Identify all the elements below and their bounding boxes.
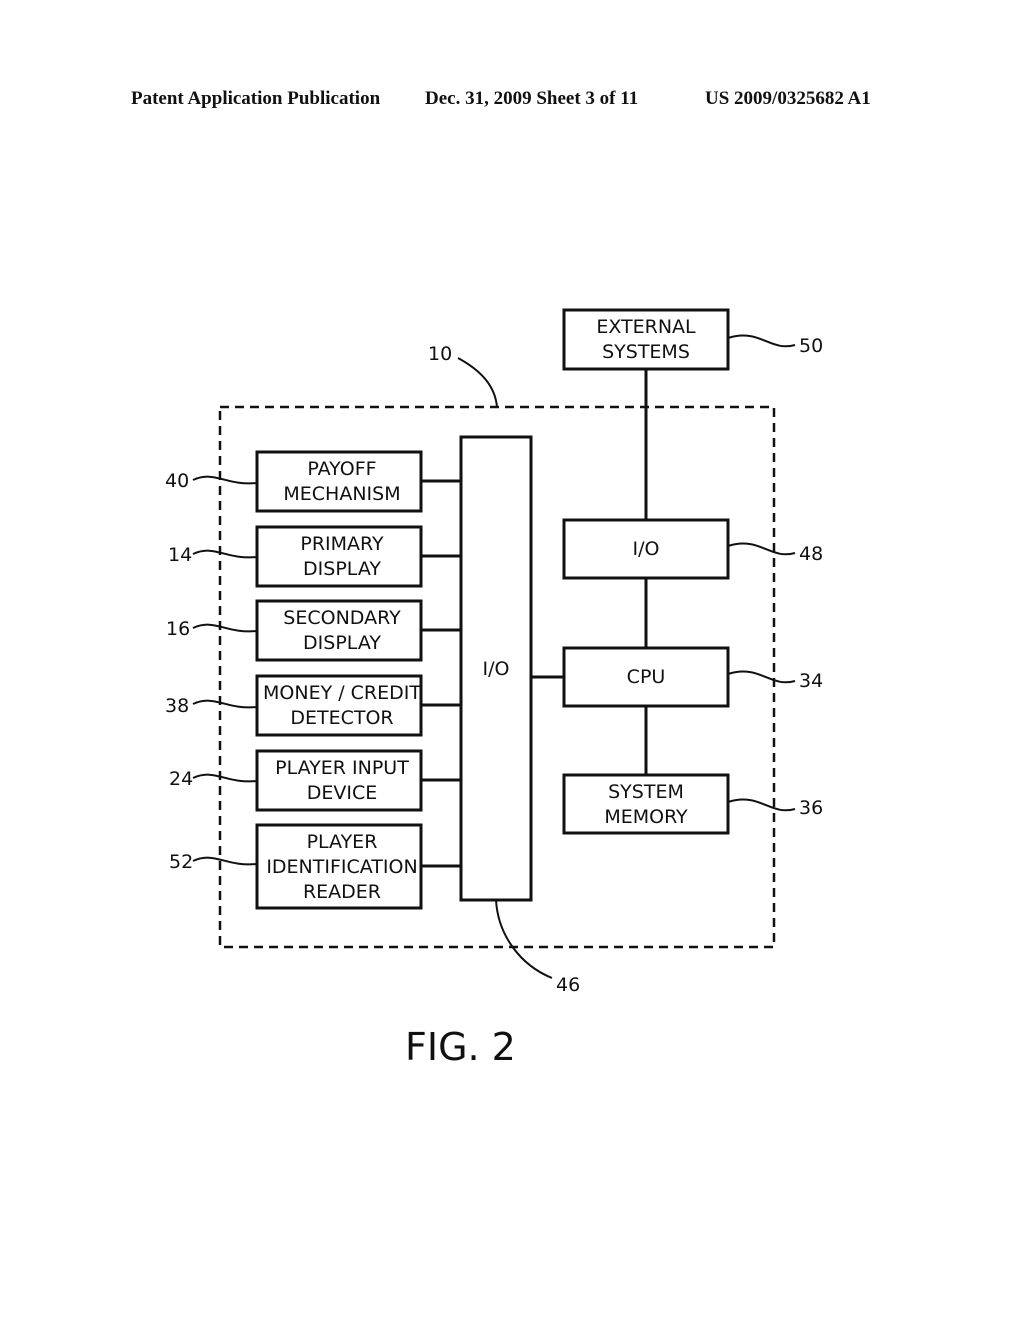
block-money-credit-detector: MONEY / CREDIT DETECTOR 38 (165, 674, 461, 737)
svg-text:EXTERNAL: EXTERNAL (596, 316, 696, 338)
svg-text:DISPLAY: DISPLAY (303, 558, 381, 580)
block-secondary-display: SECONDARY DISPLAY 16 (166, 599, 461, 662)
svg-text:52: 52 (169, 851, 193, 873)
svg-text:DETECTOR: DETECTOR (290, 707, 393, 729)
svg-text:MECHANISM: MECHANISM (283, 483, 400, 505)
ref-label-46: 46 (556, 974, 580, 996)
svg-text:I/O: I/O (633, 538, 660, 560)
svg-text:SYSTEMS: SYSTEMS (602, 341, 690, 363)
block-diagram: 10 I/O 46 PAYOFF MECHANISM 40 PRIMARY DI… (165, 308, 823, 1069)
leader-line-10 (457, 357, 498, 408)
svg-text:16: 16 (166, 618, 190, 640)
svg-text:48: 48 (799, 543, 823, 565)
svg-text:PAYOFF: PAYOFF (307, 458, 376, 480)
svg-text:PLAYER INPUT: PLAYER INPUT (275, 757, 409, 779)
block-system-memory: SYSTEM MEMORY 36 (562, 773, 823, 835)
svg-text:MEMORY: MEMORY (604, 806, 688, 828)
block-io-interface: I/O 48 (562, 518, 823, 580)
svg-text:PLAYER: PLAYER (307, 831, 378, 853)
block-external-systems: EXTERNAL SYSTEMS 50 (562, 308, 823, 371)
svg-text:DISPLAY: DISPLAY (303, 632, 381, 654)
block-primary-display: PRIMARY DISPLAY 14 (168, 525, 461, 588)
block-cpu: CPU 34 (562, 646, 823, 708)
svg-text:50: 50 (799, 335, 823, 357)
svg-text:MONEY / CREDIT: MONEY / CREDIT (263, 682, 421, 704)
svg-text:40: 40 (165, 470, 189, 492)
figure-label: FIG. 2 (405, 1025, 516, 1069)
leader-line-46 (495, 899, 553, 979)
block-player-identification-reader: PLAYER IDENTIFICATION READER 52 (169, 823, 461, 910)
svg-text:24: 24 (169, 768, 193, 790)
svg-text:14: 14 (168, 544, 192, 566)
svg-text:IDENTIFICATION: IDENTIFICATION (266, 856, 417, 878)
svg-text:SECONDARY: SECONDARY (283, 607, 401, 629)
block-player-input-device: PLAYER INPUT DEVICE 24 (169, 749, 461, 812)
svg-text:36: 36 (799, 797, 823, 819)
svg-text:READER: READER (303, 881, 381, 903)
svg-text:38: 38 (165, 695, 189, 717)
svg-text:CPU: CPU (627, 666, 666, 688)
svg-text:DEVICE: DEVICE (307, 782, 378, 804)
svg-text:PRIMARY: PRIMARY (300, 533, 384, 555)
svg-text:34: 34 (799, 670, 823, 692)
svg-text:SYSTEM: SYSTEM (608, 781, 684, 803)
io-bus-label: I/O (483, 658, 510, 680)
block-payoff-mechanism: PAYOFF MECHANISM 40 (165, 450, 461, 513)
ref-label-10: 10 (428, 343, 452, 365)
